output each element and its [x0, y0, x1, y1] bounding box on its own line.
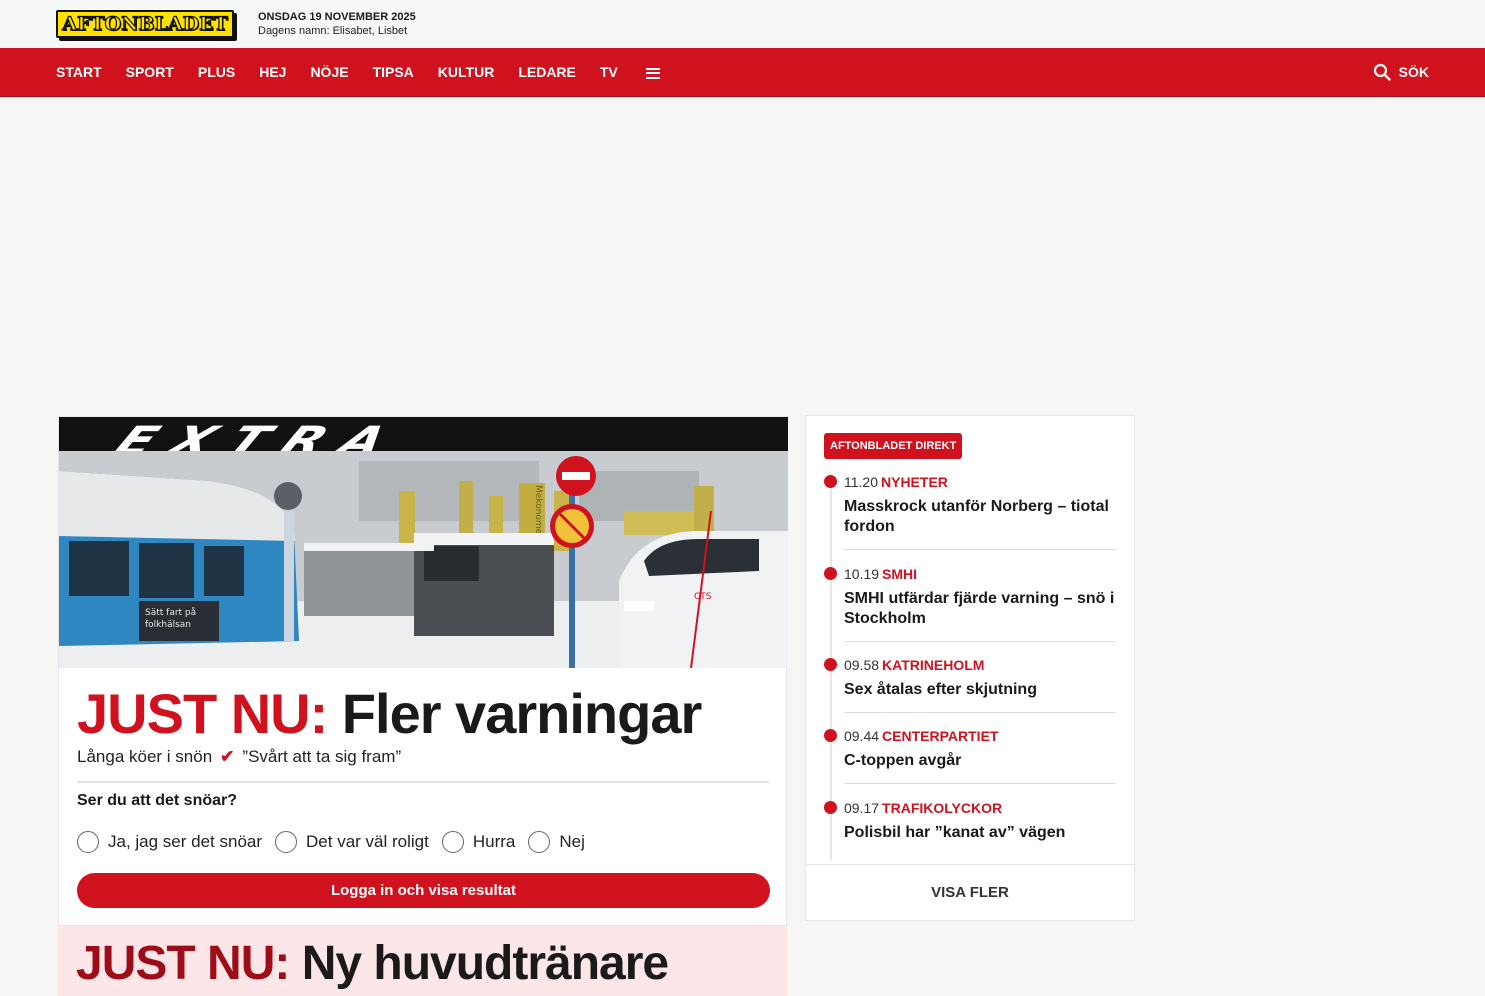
poll-option-label: Nej — [559, 832, 585, 851]
feed-category[interactable]: NYHETER — [881, 474, 948, 490]
extra-banner-text: EXTRA — [106, 418, 414, 452]
nav-item-hej[interactable]: HEJ — [259, 64, 286, 80]
feed-time: 11.20 — [844, 474, 878, 490]
nav-item-tv[interactable]: TV — [600, 64, 618, 80]
search-icon — [1373, 63, 1391, 81]
article-subline[interactable]: Långa köer i snön ✔ ”Svårt att ta sig fr… — [77, 747, 401, 767]
search-button[interactable]: SÖK — [1373, 48, 1429, 96]
poll-question: Ser du att det snöar? — [77, 792, 238, 809]
live-dot-icon — [824, 729, 837, 742]
feed-title[interactable]: SMHI utfärdar fjärde varning – snö i Sto… — [844, 589, 1116, 629]
nav-item-sport[interactable]: SPORT — [126, 64, 174, 80]
second-headline[interactable]: JUST NU: Ny huvudtränare — [76, 936, 669, 991]
poll-option-1[interactable]: Ja, jag ser det snöar — [77, 831, 262, 853]
feed-item[interactable]: 09.44 CENTERPARTIET C-toppen avgår — [824, 728, 1116, 784]
feed-category[interactable]: TRAFIKOLYCKOR — [882, 800, 1002, 816]
poll-option-label: Ja, jag ser det snöar — [108, 832, 263, 851]
poll-option-4[interactable]: Nej — [528, 831, 585, 853]
nav-item-start[interactable]: START — [56, 64, 102, 80]
checkmark-icon: ✔ — [220, 747, 235, 766]
radio-button[interactable] — [528, 831, 551, 853]
van-text: CTS — [694, 592, 712, 602]
radio-button[interactable] — [441, 831, 464, 853]
feed-time: 09.17 — [844, 800, 880, 816]
poll-option-label: Det var väl roligt — [306, 832, 429, 851]
radio-button[interactable] — [77, 831, 99, 853]
headline-kicker: JUST NU: — [76, 937, 290, 990]
nav-items: START SPORT PLUS HEJ NÖJE TIPSA KULTUR L… — [56, 48, 660, 96]
sign-text: Mekonomen — [533, 485, 543, 540]
headline-title: Fler varningar — [341, 682, 702, 745]
radio-button[interactable] — [275, 831, 298, 853]
poll-option-label: Hurra — [472, 832, 516, 851]
live-dot-icon — [824, 801, 837, 814]
poll-options: Ja, jag ser det snöar Det var väl roligt… — [77, 831, 598, 853]
feed-category[interactable]: CENTERPARTIET — [882, 728, 998, 744]
extra-banner: EXTRA — [59, 417, 788, 451]
feed-category[interactable]: KATRINEHOLM — [882, 657, 984, 673]
feed-time: 10.19 — [844, 566, 880, 582]
hamburger-menu-icon[interactable] — [645, 67, 660, 79]
poll-option-2[interactable]: Det var väl roligt — [275, 831, 429, 853]
nav-item-ledare[interactable]: LEDARE — [518, 64, 576, 80]
subline-right: ”Svårt att ta sig fram” — [242, 747, 402, 766]
bus-ad-line2: folkhälsan — [145, 620, 191, 630]
nav-item-tipsa[interactable]: TIPSA — [373, 64, 414, 80]
current-date: ONSDAG 19 NOVEMBER 2025 — [258, 11, 416, 23]
nav-item-noje[interactable]: NÖJE — [310, 64, 348, 80]
nav-item-plus[interactable]: PLUS — [198, 64, 235, 80]
feed-item[interactable]: 09.17 TRAFIKOLYCKOR Polisbil har ”kanat a… — [824, 800, 1116, 856]
name-day: Dagens namn: Elisabet, Lisbet — [258, 25, 408, 37]
aftonbladet-logo[interactable]: AFTONBLADET — [56, 10, 234, 38]
feed-time: 09.44 — [844, 728, 880, 744]
main-navigation: START SPORT PLUS HEJ NÖJE TIPSA KULTUR L… — [0, 48, 1485, 97]
feed-title[interactable]: Polisbil har ”kanat av” vägen — [844, 823, 1116, 843]
feed-time: 09.58 — [844, 657, 880, 673]
direkt-badge[interactable]: AFTONBLADET DIREKT — [824, 433, 963, 459]
show-more-button[interactable]: VISA FLER — [806, 864, 1134, 920]
second-article-card[interactable]: JUST NU: Ny huvudtränare — [58, 926, 787, 996]
poll-option-3[interactable]: Hurra — [441, 831, 516, 853]
feed-title[interactable]: C-toppen avgår — [844, 751, 1116, 771]
date-block: ONSDAG 19 NOVEMBER 2025 Dagens namn: Eli… — [258, 11, 416, 37]
main-headline[interactable]: JUST NU: Fler varningar — [77, 681, 702, 746]
feed-category[interactable]: SMHI — [882, 566, 917, 582]
feed-title[interactable]: Masskrock utanför Norberg – tiotal fordo… — [844, 497, 1116, 537]
bus-ad-line1: Sätt fart på — [145, 607, 196, 618]
search-label: SÖK — [1398, 64, 1429, 80]
poll-login-button[interactable]: Logga in och visa resultat — [77, 873, 770, 908]
feed-item[interactable]: 11.20 NYHETER Masskrock utanför Norberg –… — [824, 474, 1116, 550]
feed-item[interactable]: 10.19 SMHI SMHI utfärdar fjärde varning –… — [824, 566, 1116, 642]
feed-item[interactable]: 09.58 KATRINEHOLM Sex åtalas efter skjutn… — [824, 657, 1116, 713]
hero-image[interactable]: Mekonomen Sätt fart på folkhälsan CTS — [59, 451, 788, 668]
subline-left: Långa köer i snön — [77, 747, 213, 766]
poll-divider — [77, 781, 769, 783]
live-dot-icon — [824, 475, 837, 488]
top-bar: AFTONBLADET ONSDAG 19 NOVEMBER 2025 Dage… — [0, 0, 1485, 48]
live-dot-icon — [824, 658, 837, 671]
main-article-card[interactable]: EXTRA Mekonomen Sätt fart på folkhälsan … — [58, 416, 788, 926]
nav-item-kultur[interactable]: KULTUR — [438, 64, 495, 80]
feed-title[interactable]: Sex åtalas efter skjutning — [844, 680, 1116, 700]
snow-scene-illustration: Mekonomen Sätt fart på folkhälsan CTS — [59, 451, 788, 668]
logo-text: AFTONBLADET — [62, 12, 229, 35]
headline-kicker: JUST NU: — [77, 682, 328, 745]
live-dot-icon — [824, 567, 837, 580]
headline-title: Ny huvudtränare — [301, 937, 669, 990]
aftonbladet-direkt-feed: AFTONBLADET DIREKT 11.20 NYHETER Masskroc… — [805, 415, 1135, 921]
